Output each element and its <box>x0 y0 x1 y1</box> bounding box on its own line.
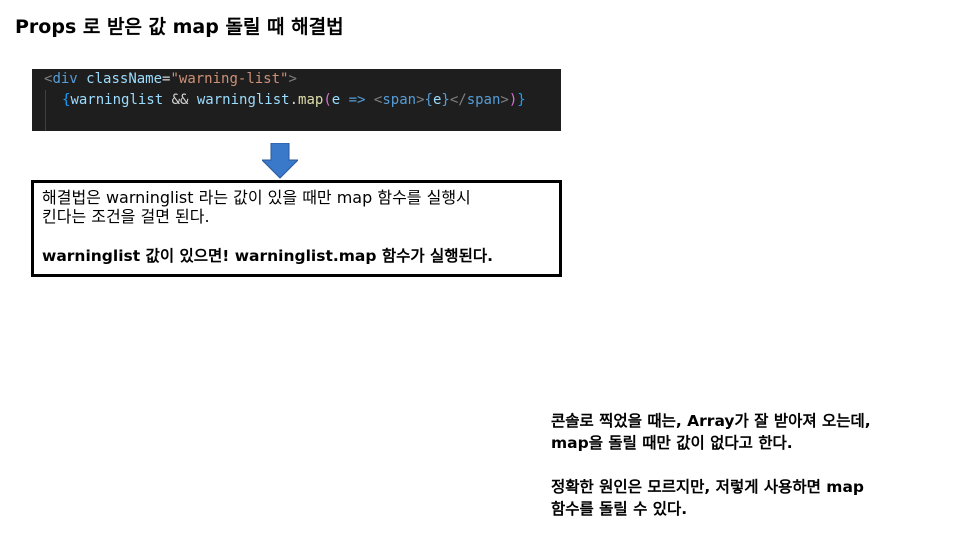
code-token: > <box>416 92 425 108</box>
code-token: } <box>441 92 450 108</box>
code-token-attr: className <box>86 71 163 87</box>
solution-text-line-1: 해결법은 warninglist 라는 값이 있을 때만 map 함수를 실행시 <box>42 188 471 207</box>
code-token-fn: map <box>298 92 324 108</box>
code-token: } <box>517 92 526 108</box>
solution-summary: warninglist 값이 있으면! warninglist.map 함수가 … <box>42 247 493 265</box>
code-token: ( <box>323 92 332 108</box>
code-line-1: <div className="warning-list"> <box>32 69 561 90</box>
code-token: </ <box>449 92 467 108</box>
code-token: > <box>288 71 297 87</box>
code-token: . <box>289 92 299 108</box>
side-note-line: 정확한 원인은 모르지만, 저렇게 사용하면 map <box>551 478 864 496</box>
side-note: 콘솔로 찍었을 때는, Array가 잘 받아져 오는데, map을 돌릴 때만… <box>551 410 951 520</box>
code-token-arrow: => <box>340 92 374 108</box>
code-token-tag: span <box>466 92 501 108</box>
code-token: { <box>424 92 433 108</box>
code-token-tag: span <box>382 92 417 108</box>
code-line-2: {warninglist && warninglist.map(e => <sp… <box>32 90 561 111</box>
code-token-tag: div <box>52 71 78 87</box>
code-token-var: warninglist <box>70 92 164 108</box>
code-token-op: && <box>163 92 197 108</box>
side-note-line: 콘솔로 찍었을 때는, Array가 잘 받아져 오는데, <box>551 412 871 430</box>
code-token: > <box>500 92 509 108</box>
solution-box: 해결법은 warninglist 라는 값이 있을 때만 map 함수를 실행시… <box>31 180 562 277</box>
page-title: Props 로 받은 값 map 돌릴 때 해결법 <box>15 16 344 38</box>
side-note-line: 함수를 돌릴 수 있다. <box>551 500 688 518</box>
side-note-line: map을 돌릴 때만 값이 없다고 한다. <box>551 434 793 452</box>
code-snippet: <div className="warning-list"> { warningl… <box>32 69 561 131</box>
code-token-var: warninglist <box>196 92 290 108</box>
code-token-string: "warning-list" <box>170 71 289 87</box>
down-arrow-icon <box>262 143 298 179</box>
code-token-param: e <box>331 92 341 108</box>
solution-text-line-2: 킨다는 조건을 걸면 된다. <box>42 207 210 226</box>
